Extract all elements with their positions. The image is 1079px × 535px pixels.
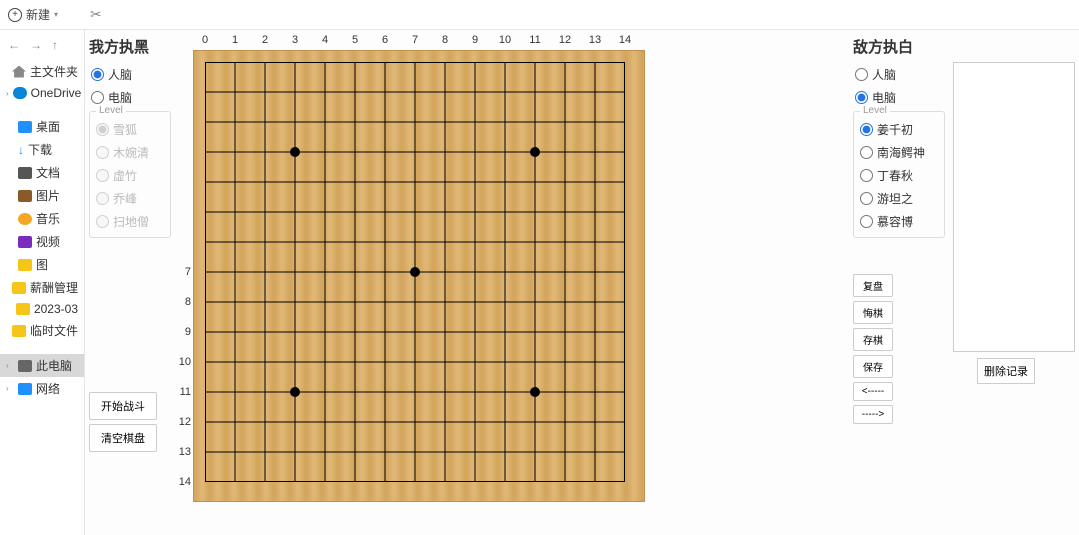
go-board[interactable]: 01234567891011121314 7891011121314 bbox=[175, 34, 645, 504]
savegame-button[interactable]: 存棋 bbox=[853, 328, 893, 351]
up-icon[interactable]: ↑ bbox=[52, 38, 58, 52]
black-lvl-4: 扫地僧 bbox=[94, 210, 166, 233]
pc-icon bbox=[18, 360, 32, 372]
clear-button[interactable]: 清空棋盘 bbox=[89, 424, 157, 452]
prev-button[interactable]: <----- bbox=[853, 382, 893, 401]
tree-temp[interactable]: 临时文件 bbox=[0, 319, 84, 342]
plus-icon: + bbox=[8, 8, 22, 22]
video-icon bbox=[18, 236, 32, 248]
cut-icon[interactable]: ✂ bbox=[90, 6, 102, 23]
next-button[interactable]: -----> bbox=[853, 405, 893, 424]
folder-icon bbox=[12, 282, 26, 294]
undo-button[interactable]: 悔棋 bbox=[853, 301, 893, 324]
home-icon bbox=[12, 66, 26, 78]
folder-icon bbox=[16, 303, 30, 315]
tree-thispc[interactable]: ›此电脑 bbox=[0, 354, 84, 377]
board-row-labels: 7891011121314 bbox=[175, 62, 193, 482]
black-lvl-0: 雪狐 bbox=[94, 118, 166, 141]
tree-tu[interactable]: 图 bbox=[0, 253, 84, 276]
tree-2023[interactable]: 2023-03 bbox=[0, 299, 84, 319]
tree-downloads[interactable]: ↓下载 bbox=[0, 138, 84, 161]
tree-main-folder[interactable]: 主文件夹 bbox=[0, 60, 84, 83]
chevron-down-icon: ▾ bbox=[54, 10, 58, 19]
tree-documents[interactable]: 文档 bbox=[0, 161, 84, 184]
black-title: 我方执黑 bbox=[89, 36, 171, 57]
white-lvl-2[interactable]: 丁春秋 bbox=[858, 164, 940, 187]
tree-videos[interactable]: 视频 bbox=[0, 230, 84, 253]
tree-onedrive[interactable]: ›OneDrive - F bbox=[0, 83, 84, 103]
tree-pictures[interactable]: 图片 bbox=[0, 184, 84, 207]
board-grid bbox=[205, 62, 625, 482]
new-label: 新建 bbox=[26, 6, 50, 23]
network-icon bbox=[18, 383, 32, 395]
picture-icon bbox=[18, 190, 32, 202]
music-icon bbox=[18, 213, 32, 225]
white-level-group: Level 姜千初 南海鳄神 丁春秋 游坦之 慕容博 bbox=[853, 111, 945, 238]
black-level-group: Level 雪狐 木婉清 虚竹 乔峰 扫地僧 bbox=[89, 111, 171, 238]
white-lvl-1[interactable]: 南海鳄神 bbox=[858, 141, 940, 164]
tree-desktop[interactable]: 桌面 bbox=[0, 115, 84, 138]
delete-log-button[interactable]: 删除记录 bbox=[977, 358, 1035, 384]
explorer-sidebar: ← → ↑ 主文件夹 ›OneDrive - F 桌面 ↓下载 文档 图片 音乐… bbox=[0, 30, 85, 535]
new-button[interactable]: + 新建 ▾ bbox=[8, 6, 58, 23]
black-lvl-1: 木婉清 bbox=[94, 141, 166, 164]
folder-icon bbox=[12, 325, 26, 337]
tree-salary[interactable]: 薪酬管理 bbox=[0, 276, 84, 299]
forward-icon[interactable]: → bbox=[30, 38, 42, 52]
cloud-icon bbox=[13, 87, 27, 99]
back-icon[interactable]: ← bbox=[8, 38, 20, 52]
document-icon bbox=[18, 167, 32, 179]
save-button[interactable]: 保存 bbox=[853, 355, 893, 378]
white-human-radio[interactable]: 人脑 bbox=[853, 63, 945, 86]
white-title: 敌方执白 bbox=[853, 36, 945, 57]
replay-button[interactable]: 复盘 bbox=[853, 274, 893, 297]
black-human-radio[interactable]: 人脑 bbox=[89, 63, 171, 86]
desktop-icon bbox=[18, 121, 32, 133]
start-button[interactable]: 开始战斗 bbox=[89, 392, 157, 420]
black-level-label: Level bbox=[96, 105, 126, 116]
download-icon: ↓ bbox=[18, 143, 24, 157]
white-level-label: Level bbox=[860, 105, 890, 116]
log-box[interactable] bbox=[953, 62, 1075, 352]
white-lvl-0[interactable]: 姜千初 bbox=[858, 118, 940, 141]
black-lvl-3: 乔峰 bbox=[94, 187, 166, 210]
tree-music[interactable]: 音乐 bbox=[0, 207, 84, 230]
white-lvl-3[interactable]: 游坦之 bbox=[858, 187, 940, 210]
black-lvl-2: 虚竹 bbox=[94, 164, 166, 187]
folder-icon bbox=[18, 259, 32, 271]
white-lvl-4[interactable]: 慕容博 bbox=[858, 210, 940, 233]
tree-network[interactable]: ›网络 bbox=[0, 377, 84, 400]
